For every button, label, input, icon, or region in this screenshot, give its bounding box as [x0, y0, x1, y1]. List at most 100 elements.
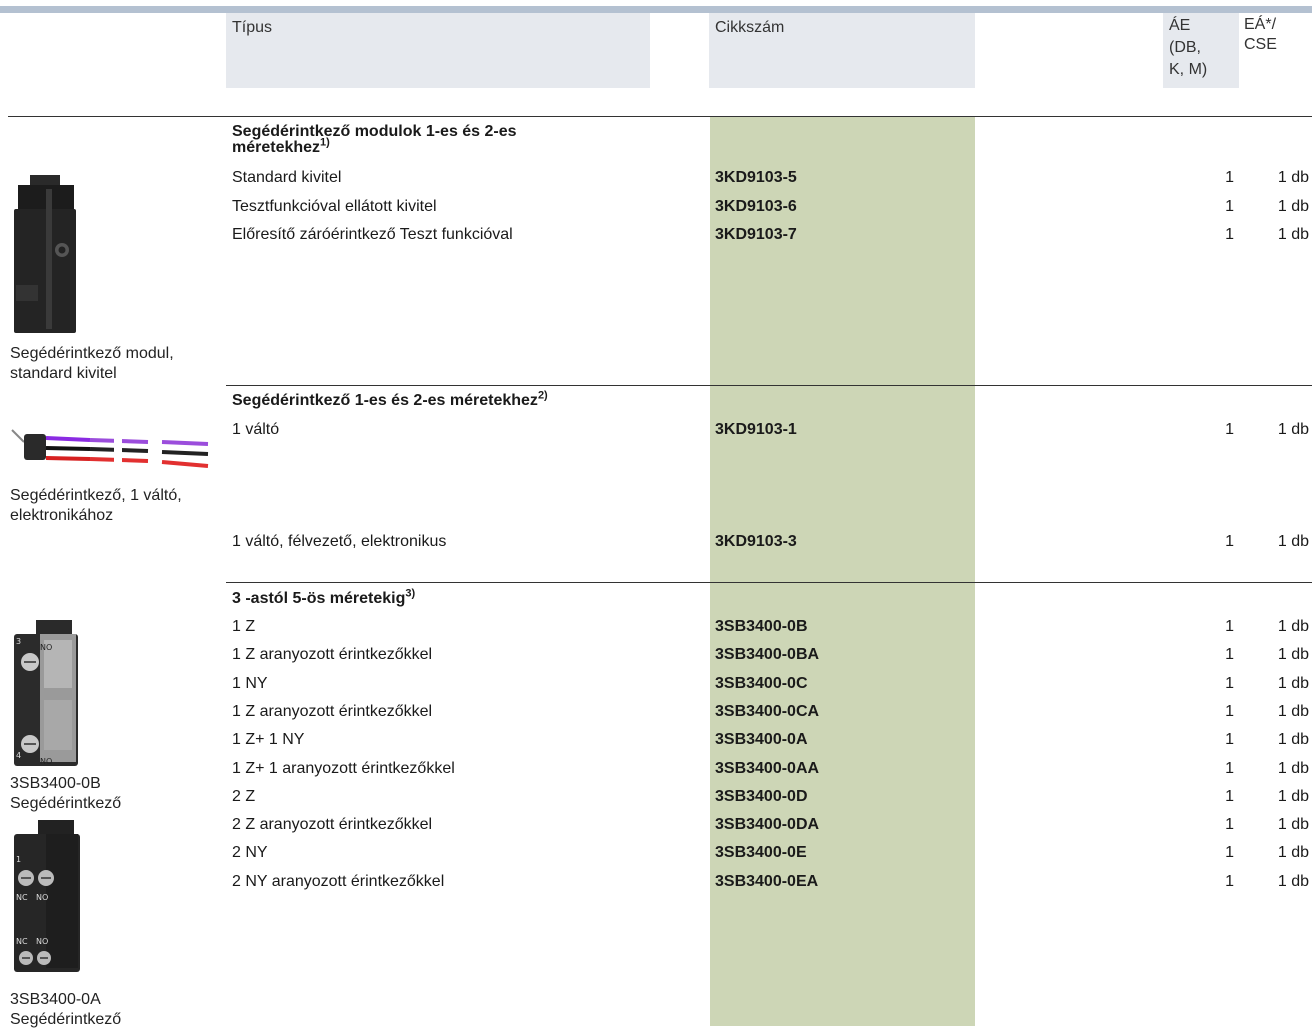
section-title: 3 -astól 5-ös méretekig3)	[232, 587, 416, 607]
footnote-ref: 2)	[537, 389, 548, 402]
package-size: 1 db	[1277, 421, 1309, 438]
image-caption-line: Segédérintkező modul,	[10, 345, 174, 362]
product-type: 1 Z+ 1 NY	[232, 731, 305, 748]
section-divider	[226, 582, 1312, 583]
order-number: 3KD9103-1	[715, 421, 797, 438]
section-divider	[226, 385, 1312, 386]
header-ps-cell: EÁ*/ CSE	[1244, 13, 1312, 73]
order-number: 3SB3400-0CA	[715, 703, 820, 720]
image-caption-line: 3SB3400-0B	[10, 775, 101, 792]
image-caption-line: Segédérintkező	[10, 1011, 122, 1028]
header-pu-line: K, M)	[1169, 61, 1208, 78]
image-caption: Segédérintkező modul, standard kivitel	[10, 344, 174, 384]
svg-text:4: 4	[16, 751, 21, 760]
package-size: 1 db	[1277, 844, 1309, 861]
order-number: 3SB3400-0AA	[715, 760, 820, 777]
header-ps-line: CSE	[1244, 36, 1277, 53]
price-unit: 1	[1225, 873, 1234, 890]
package-size: 1 db	[1277, 675, 1309, 692]
package-size: 1 db	[1277, 760, 1309, 777]
order-number: 3SB3400-0D	[715, 788, 808, 805]
contact-block-3sb3400-0a-image: 1 NC NO NC NO	[14, 820, 80, 972]
product-type: 1 váltó	[232, 421, 280, 438]
price-unit: 1	[1225, 760, 1234, 777]
product-type: 2 NY	[232, 844, 268, 861]
image-caption: 3SB3400-0A Segédérintkező	[10, 990, 121, 1030]
header-order-number: Cikkszám	[715, 19, 785, 36]
section-title-line: Segédérintkező 1-es és 2-es méretekhez	[232, 392, 538, 409]
svg-text:NO: NO	[36, 893, 48, 902]
package-size: 1 db	[1277, 703, 1309, 720]
product-type: Tesztfunkcióval ellátott kivitel	[232, 198, 437, 215]
product-type: 2 NY aranyozott érintkezőkkel	[232, 873, 445, 890]
package-size: 1 db	[1277, 788, 1309, 805]
product-type: 1 NY	[232, 675, 268, 692]
header-pu: ÁE (DB, K, M)	[1163, 13, 1239, 81]
price-unit: 1	[1225, 675, 1234, 692]
auxiliary-switch-wires-image	[11, 429, 209, 468]
header-type-cell: Típus	[226, 13, 650, 88]
image-caption-line: Segédérintkező	[10, 795, 122, 812]
image-caption-line: standard kivitel	[10, 365, 117, 382]
product-type: 1 Z aranyozott érintkezőkkel	[232, 703, 433, 720]
order-number: 3SB3400-0DA	[715, 816, 820, 833]
footnote-ref: 3)	[405, 587, 416, 600]
price-unit: 1	[1225, 169, 1234, 186]
product-type: 1 váltó, félvezető, elektronikus	[232, 533, 447, 550]
package-size: 1 db	[1277, 646, 1309, 663]
contact-block-3sb3400-0b-image: 3 NO 4 NO	[14, 620, 78, 766]
image-caption: Segédérintkező, 1 váltó, elektronikához	[10, 486, 182, 526]
product-type: 1 Z aranyozott érintkezőkkel	[232, 646, 433, 663]
svg-text:1: 1	[16, 855, 21, 864]
price-unit: 1	[1225, 816, 1234, 833]
order-number: 3KD9103-5	[715, 169, 797, 186]
order-number: 3KD9103-7	[715, 226, 797, 243]
order-number: 3KD9103-3	[715, 533, 797, 550]
price-unit: 1	[1225, 421, 1234, 438]
svg-text:NO: NO	[40, 643, 52, 652]
image-caption-line: Segédérintkező, 1 váltó,	[10, 487, 182, 504]
price-unit: 1	[1225, 198, 1234, 215]
product-type: 1 Z+ 1 aranyozott érintkezőkkel	[232, 760, 455, 777]
header-ps-line: EÁ*/	[1244, 16, 1277, 33]
order-number: 3SB3400-0B	[715, 618, 808, 635]
header-pu-cell: ÁE (DB, K, M)	[1163, 13, 1239, 88]
order-number: 3SB3400-0C	[715, 675, 808, 692]
order-number: 3SB3400-0A	[715, 731, 808, 748]
footnote-ref: 1)	[320, 136, 330, 149]
price-unit: 1	[1225, 226, 1234, 243]
order-number: 3SB3400-0EA	[715, 873, 819, 890]
product-type: Standard kivitel	[232, 169, 342, 186]
top-bar	[0, 6, 1312, 13]
order-number: 3KD9103-6	[715, 198, 797, 215]
header-type: Típus	[232, 19, 273, 36]
order-number: 3SB3400-0E	[715, 844, 807, 861]
section-title-line: 3 -astól 5-ös méretekig	[232, 590, 406, 607]
price-unit: 1	[1225, 618, 1234, 635]
section-divider	[8, 116, 1312, 117]
svg-text:NC: NC	[16, 937, 28, 946]
image-caption: 3SB3400-0B Segédérintkező	[10, 774, 121, 814]
header-pu-line: ÁE	[1169, 17, 1191, 34]
product-type: Előresítő záróérintkező Teszt funkcióval	[232, 226, 513, 243]
svg-text:3: 3	[16, 637, 21, 646]
package-size: 1 db	[1277, 618, 1309, 635]
header-pu-line: (DB,	[1169, 39, 1201, 56]
package-size: 1 db	[1277, 533, 1309, 550]
price-unit: 1	[1225, 844, 1234, 861]
section-title: Segédérintkező modulok 1-es és 2-es mére…	[232, 124, 517, 156]
product-type: 2 Z	[232, 788, 256, 805]
package-size: 1 db	[1277, 816, 1309, 833]
price-unit: 1	[1225, 731, 1234, 748]
package-size: 1 db	[1277, 169, 1309, 186]
price-unit: 1	[1225, 533, 1234, 550]
image-caption-line: 3SB3400-0A	[10, 991, 101, 1008]
package-size: 1 db	[1277, 873, 1309, 890]
image-caption-line: elektronikához	[10, 507, 114, 524]
section-title-line: méretekhez	[232, 139, 321, 156]
svg-text:NC: NC	[16, 893, 28, 902]
price-unit: 1	[1225, 703, 1234, 720]
section-title: Segédérintkező 1-es és 2-es méretekhez2)	[232, 389, 548, 409]
package-size: 1 db	[1277, 731, 1309, 748]
header-order-cell: Cikkszám	[709, 13, 975, 88]
